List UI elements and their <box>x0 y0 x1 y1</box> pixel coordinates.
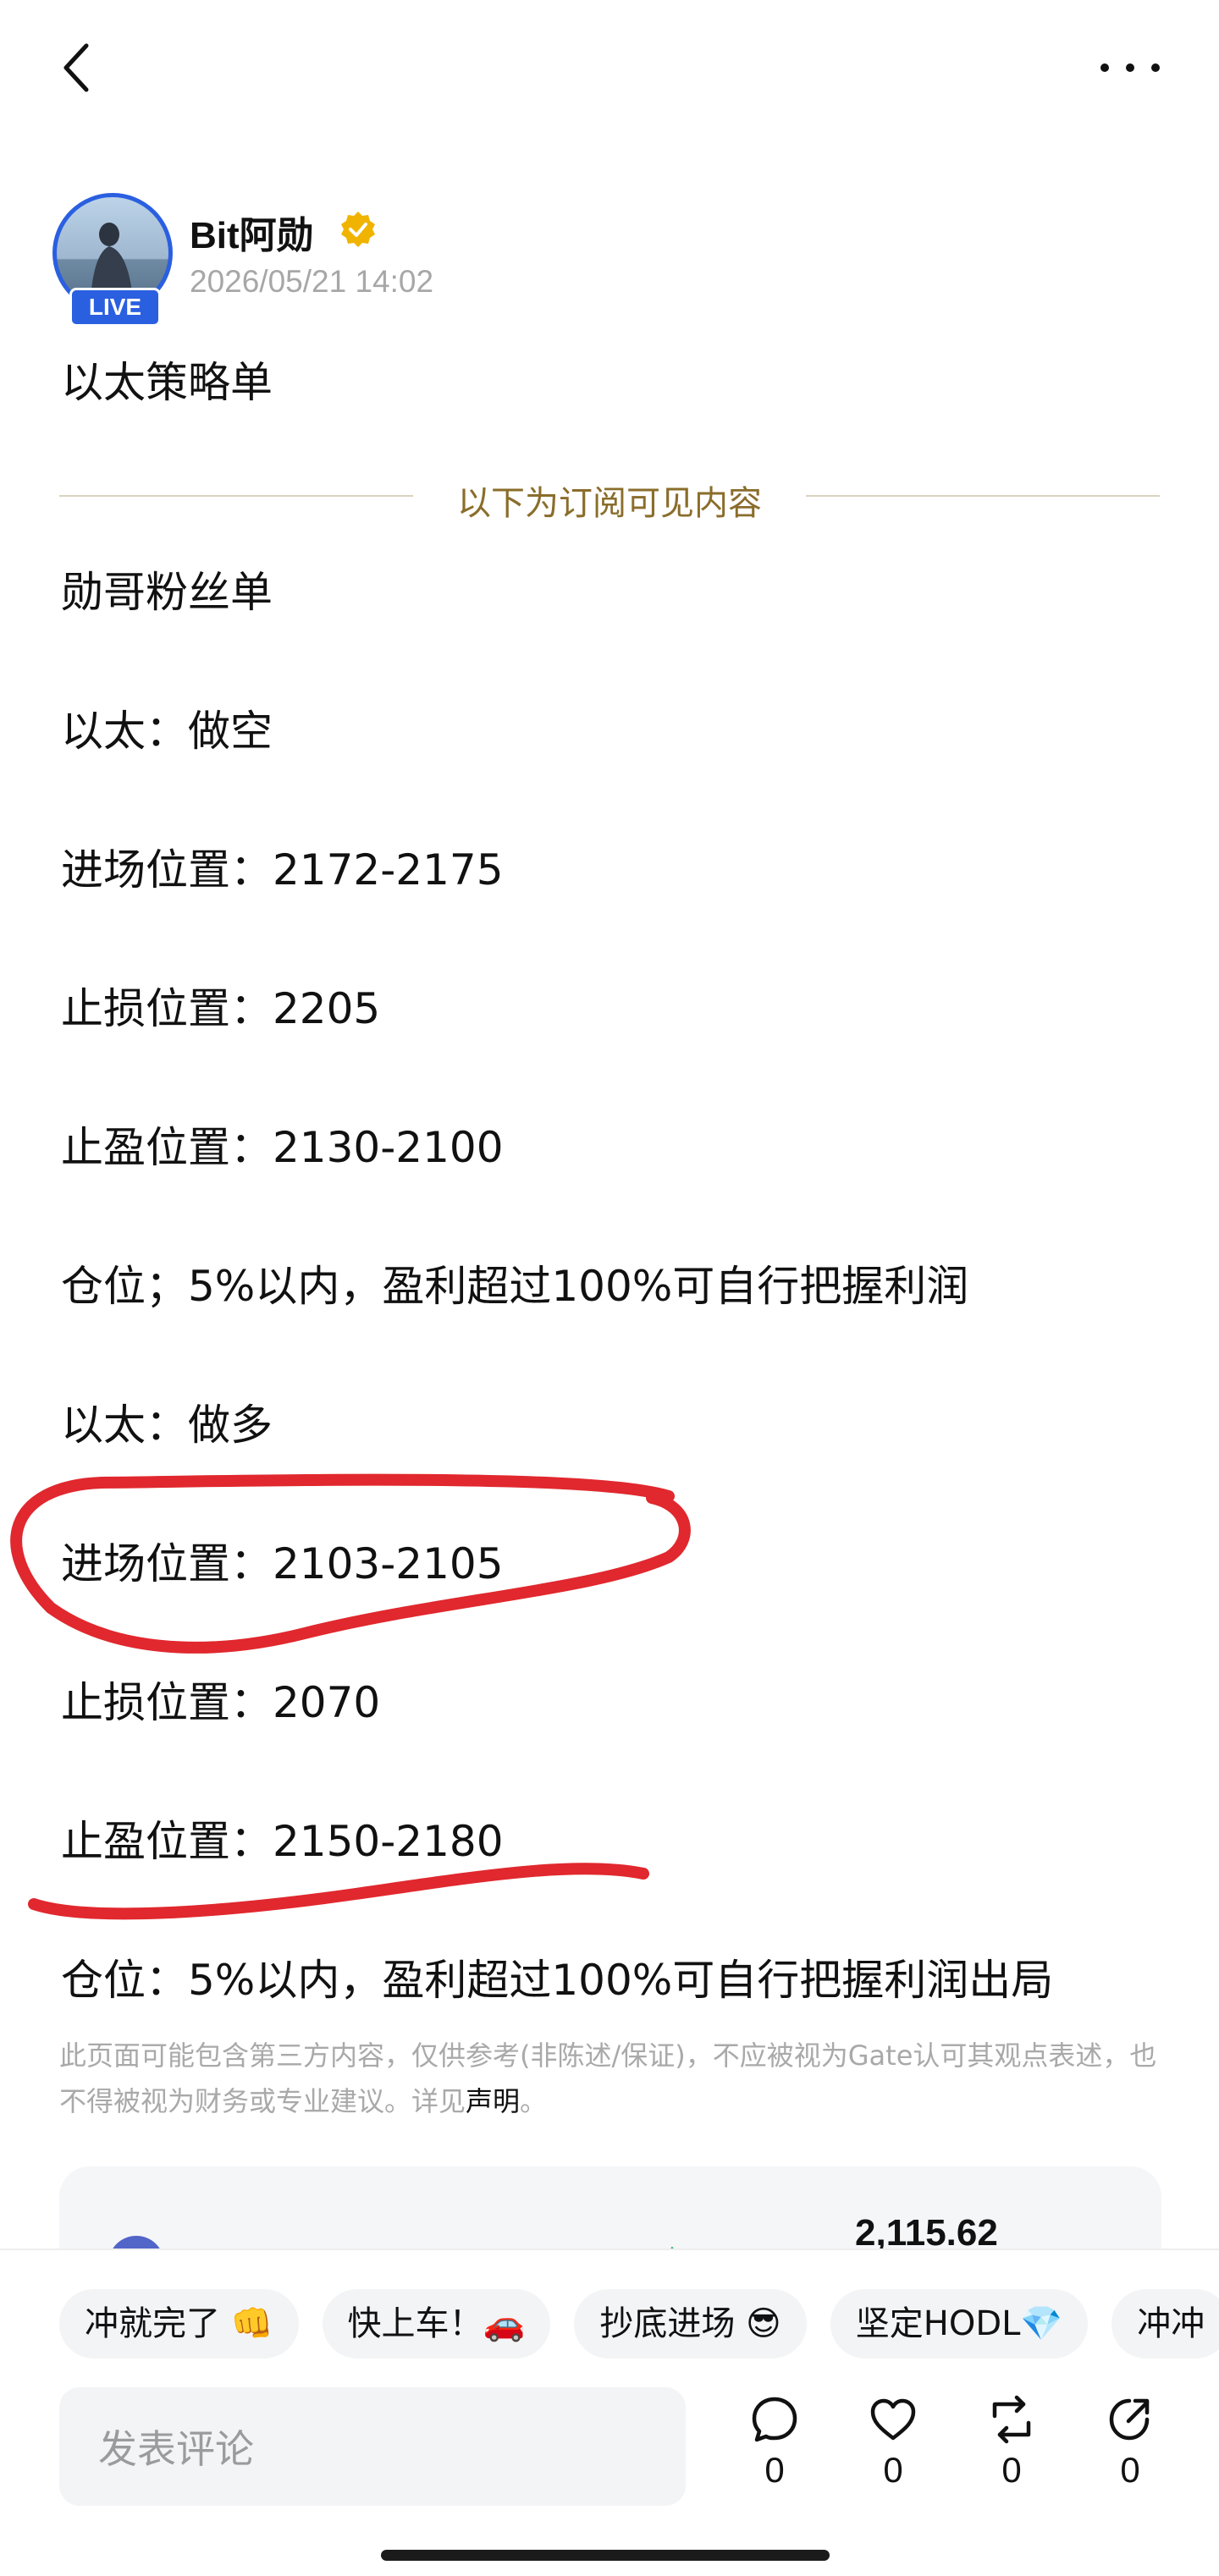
reaction-chip[interactable]: 冲冲 <box>1111 2289 1219 2359</box>
heart-icon <box>870 2398 916 2441</box>
reaction-chip[interactable]: 坚定HODL💎 <box>830 2289 1089 2359</box>
post-line: 以太：做多 <box>61 1401 273 1450</box>
verified-badge-icon <box>341 212 375 247</box>
post-line: 以太：做空 <box>61 707 273 756</box>
repost-count: 0 <box>1001 2450 1022 2490</box>
third-party-disclaimer: 此页面可能包含第三方内容，仅供参考(非陈述/保证)，不应被视为Gate认可其观点… <box>59 2033 1168 2124</box>
reaction-chip[interactable]: 快上车！🚗 <box>322 2289 551 2359</box>
post-title: 以太策略单 <box>61 358 273 407</box>
comment-button[interactable]: 0 <box>728 2394 821 2513</box>
live-badge[interactable]: LIVE <box>69 288 161 327</box>
subscriber-content-label: 以下为订阅可见内容 <box>457 484 762 523</box>
like-button[interactable]: 0 <box>847 2394 940 2513</box>
disclaimer-end: 。 <box>520 2085 548 2117</box>
more-dot-icon <box>1151 63 1160 72</box>
comment-icon <box>752 2397 797 2442</box>
more-dot-icon <box>1126 63 1134 72</box>
post-line: 止盈位置：2150-2180 <box>61 1817 504 1866</box>
repost-icon <box>992 2395 1031 2444</box>
post-line: 止盈位置：2130-2100 <box>61 1123 504 1172</box>
home-indicator[interactable] <box>381 2550 830 2561</box>
share-count: 0 <box>1120 2450 1140 2490</box>
post-line: 仓位；5%以内，盈利超过100%可自行把握利润 <box>61 1262 969 1311</box>
quick-reactions: 冲就完了 👊 快上车！🚗 抄底进场 😎 坚定HODL💎 冲冲 <box>59 2289 1219 2359</box>
disclaimer-link[interactable]: 声明 <box>466 2085 520 2117</box>
reaction-chip[interactable]: 冲就完了 👊 <box>59 2289 299 2359</box>
divider-line-right <box>806 495 1160 497</box>
comment-count: 0 <box>764 2450 785 2490</box>
post-timestamp: 2026/05/21 14:02 <box>190 264 434 299</box>
bottom-action-bar: 冲就完了 👊 快上车！🚗 抄底进场 😎 坚定HODL💎 冲冲 发表评论 0 0 0 0 <box>0 2248 1219 2576</box>
annotation-underline <box>28 1863 649 1920</box>
share-icon <box>1109 2398 1150 2441</box>
share-button[interactable]: 0 <box>1084 2394 1177 2513</box>
subscriber-content-divider: 以下为订阅可见内容 <box>59 471 1160 523</box>
more-dot-icon <box>1100 63 1109 72</box>
post-line: 止损位置：2070 <box>61 1678 381 1727</box>
post-line: 勋哥粉丝单 <box>61 568 273 617</box>
post-line: 进场位置：2103-2105 <box>61 1539 504 1588</box>
post-line: 进场位置：2172-2175 <box>61 845 504 894</box>
chevron-left-icon <box>63 43 89 92</box>
more-options-button[interactable] <box>1092 42 1168 93</box>
reaction-chip[interactable]: 抄底进场 😎 <box>574 2289 807 2359</box>
back-button[interactable] <box>51 34 102 102</box>
top-bar <box>0 0 1219 135</box>
post-line: 仓位：5%以内，盈利超过100%可自行把握利润出局 <box>61 1956 1054 2005</box>
author-name[interactable]: Bit阿勋 <box>190 205 314 259</box>
repost-button[interactable]: 0 <box>965 2394 1058 2513</box>
like-count: 0 <box>883 2450 903 2490</box>
author-header: LIVE Bit阿勋 2026/05/21 14:02 <box>52 193 814 328</box>
post-line: 止损位置：2205 <box>61 984 381 1033</box>
disclaimer-text: 此页面可能包含第三方内容，仅供参考(非陈述/保证)，不应被视为Gate认可其观点… <box>59 2039 1157 2117</box>
comment-input[interactable]: 发表评论 <box>59 2387 686 2506</box>
